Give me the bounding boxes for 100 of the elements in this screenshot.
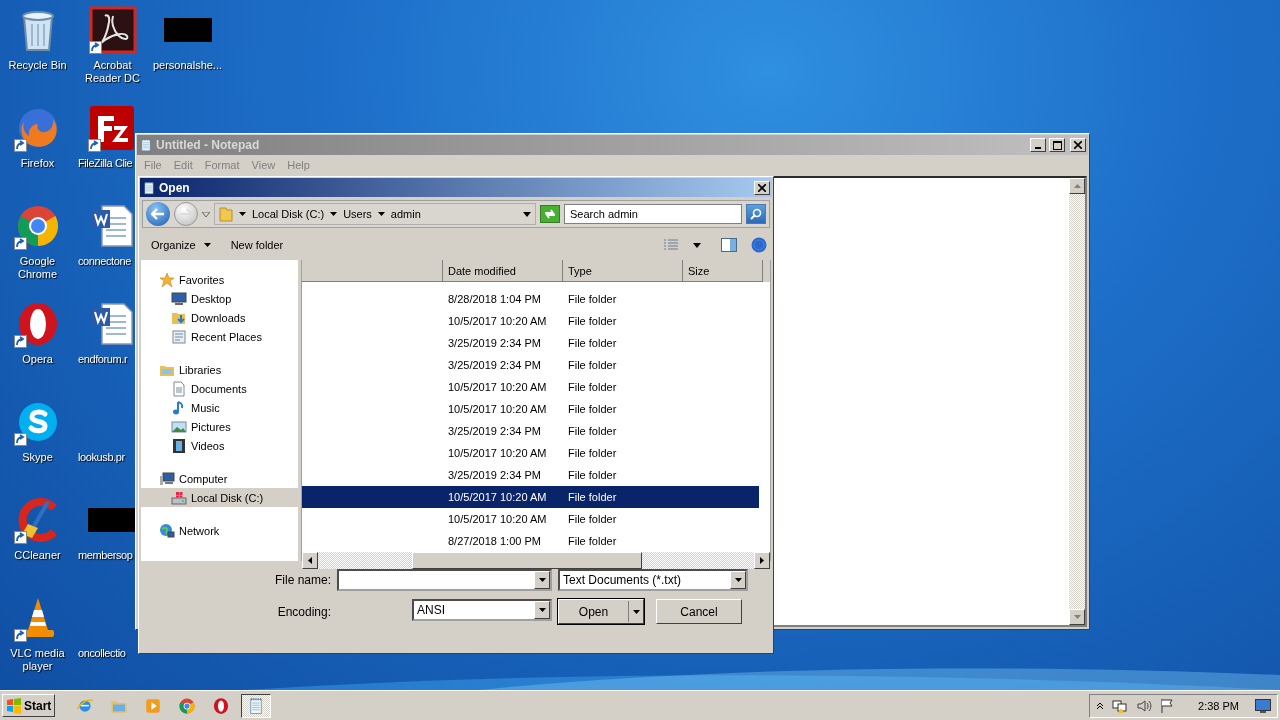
column-header[interactable]: Size [683,260,763,282]
globe-icon [76,696,95,715]
icon-label: Skype [22,451,53,464]
network-globe-icon [159,522,175,539]
column-header[interactable] [302,260,443,282]
file-row[interactable]: 10/5/2017 10:20 AM File folder [302,442,759,464]
back-arrow-icon [151,208,165,220]
taskbar-button[interactable] [241,693,272,718]
file-row[interactable]: 8/28/2018 1:04 PM File folder [302,288,759,310]
start-button[interactable]: Start [2,694,56,717]
folder-icon [219,206,233,222]
icon-label: VLC media player [9,647,66,673]
minimize-button[interactable] [1030,138,1046,152]
breadcrumb-item[interactable]: Users [343,208,372,220]
caret-icon [538,578,546,582]
scroll-down-icon [1073,615,1081,619]
column-header[interactable]: Date modified [443,260,563,282]
scroll-thumb[interactable] [412,552,642,569]
file-row[interactable]: 10/5/2017 10:20 AM File folder [302,376,759,398]
clock[interactable]: 2:38 PM [1198,699,1239,712]
nav-item[interactable]: Documents [141,379,298,398]
dropdown-button[interactable] [534,601,550,619]
close-icon [758,183,766,192]
notepad-icon [139,138,153,152]
file-row[interactable]: 8/27/2018 1:00 PM File folder [302,530,759,552]
icon-label: CCleaner [14,549,61,562]
file-row[interactable]: 10/5/2017 10:20 AM File folder [302,486,759,508]
nav-item[interactable]: Computer [141,469,298,488]
scroll-left-icon [308,557,312,564]
file-row[interactable]: 10/5/2017 10:20 AM File folder [302,310,759,332]
file-row[interactable]: 3/25/2019 2:34 PM File folder [302,464,759,486]
nav-item[interactable]: Downloads [141,308,298,327]
maximize-button[interactable] [1049,138,1065,152]
preview-pane-icon[interactable] [721,238,737,252]
file-row[interactable]: 10/5/2017 10:20 AM File folder [302,508,759,530]
nav-item[interactable]: Local Disk (C:) [141,488,298,507]
nav-item[interactable]: Desktop [141,289,298,308]
speaker-icon[interactable] [1136,697,1153,714]
address-bar[interactable]: Local Disk (C:) Users admin [214,203,536,225]
file-name-field[interactable] [337,569,552,591]
document-icon [171,380,187,397]
new-folder-button[interactable]: New folder [224,236,290,254]
icon-label: membersop [78,549,133,562]
breadcrumb-item[interactable]: admin [390,208,421,220]
organize-button[interactable]: Organize [145,236,217,254]
nav-item[interactable]: Favorites [141,270,298,289]
nav-item[interactable]: Pictures [141,417,298,436]
close-button[interactable] [1070,138,1086,152]
caret-icon [734,578,742,582]
recent-places-icon [171,328,187,345]
caret-icon[interactable] [239,212,246,216]
icon-label: oncollectio [78,647,126,660]
pdf-icon [88,6,137,54]
caret-icon [538,608,546,612]
notepad-icon [142,180,156,195]
picture-icon [171,418,187,435]
file-row[interactable]: 10/5/2017 10:20 AM File folder [302,398,759,420]
column-header[interactable]: Type [563,260,683,282]
caret-icon[interactable] [377,212,385,216]
search-button[interactable] [746,204,766,224]
computer-icon [159,470,175,487]
nav-item[interactable]: Videos [141,436,298,455]
file-row[interactable]: 3/25/2019 2:34 PM File folder [302,332,759,354]
caret-icon[interactable] [330,212,338,216]
horizontal-scrollbar[interactable] [302,552,770,569]
windows-logo-icon [6,697,22,714]
icon-label: connectone [78,255,131,268]
nav-item[interactable]: Libraries [141,360,298,379]
refresh-button[interactable] [540,205,560,223]
nav-item[interactable]: Recent Places [141,327,298,346]
caret-icon[interactable] [693,242,701,248]
file-row[interactable]: 3/25/2019 2:34 PM File folder [302,354,759,376]
encoding-dropdown[interactable]: ANSI [412,599,552,621]
file-type-dropdown[interactable]: Text Documents (*.txt) [558,569,748,591]
show-desktop-icon[interactable] [1255,698,1271,713]
dropdown-button[interactable] [534,571,550,589]
caret-icon[interactable] [632,609,640,614]
chevron-up-icon[interactable] [1096,701,1105,710]
icon-label: Acrobat Reader DC [84,59,141,85]
file-row[interactable]: 3/25/2019 2:34 PM File folder [302,420,759,442]
breadcrumb-item[interactable]: Local Disk (C:) [252,208,325,220]
vertical-scrollbar[interactable] [1069,178,1085,625]
close-icon [1074,141,1082,149]
caret-icon[interactable] [523,211,531,217]
window-title: Untitled - Notepad [156,138,261,152]
dropdown-button[interactable] [730,571,746,589]
back-button[interactable] [146,202,170,226]
close-button[interactable] [754,180,770,195]
network-icon[interactable] [1112,697,1129,714]
maximize-icon [1052,140,1062,150]
cancel-button[interactable]: Cancel [656,599,742,624]
icon-label: personalshe... [152,59,223,72]
search-field[interactable]: Search admin [564,204,742,224]
nav-item[interactable]: Network [141,521,298,540]
nav-item[interactable]: Music [141,398,298,417]
open-button[interactable]: Open [558,599,644,624]
flag-icon[interactable] [1160,697,1175,714]
icon-label: FileZilla Clie [78,157,133,170]
caret-icon [203,243,211,247]
icon-label: Firefox [20,157,55,170]
